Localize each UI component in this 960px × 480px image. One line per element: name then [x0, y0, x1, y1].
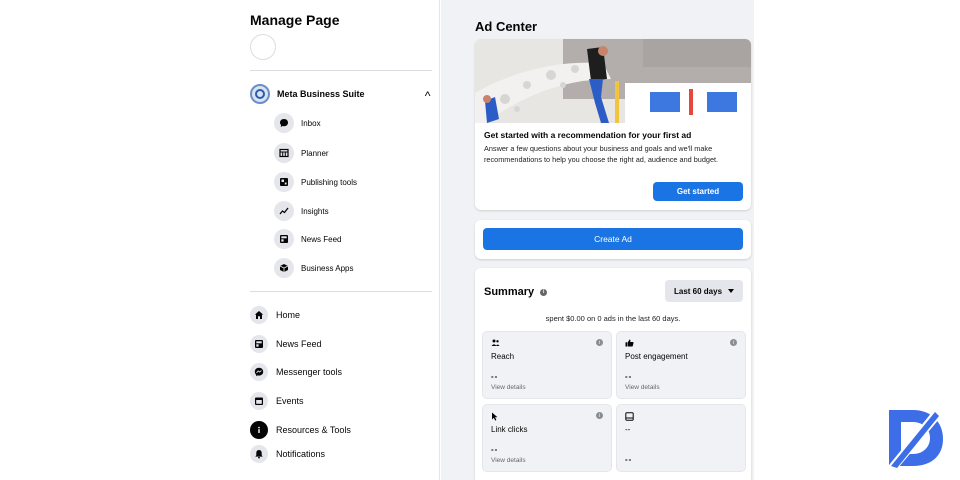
screen-icon [625, 412, 634, 423]
promo-heading: Get started with a recommendation for yo… [484, 130, 692, 140]
sidebar-item-insights[interactable]: Insights [274, 201, 329, 221]
ad-center-panel: Ad Center Get started with a recommendat… [441, 0, 754, 480]
sidebar-item-events[interactable]: Events [250, 391, 304, 411]
sidebar-item-label: Home [276, 310, 301, 320]
date-range-label: Last 60 days [673, 286, 723, 296]
info-icon[interactable]: i [596, 339, 603, 346]
info-icon[interactable]: i [540, 288, 548, 296]
sidebar-item-label: News Feed [276, 339, 322, 349]
metric-reach[interactable]: i Reach -- View details [482, 331, 612, 399]
first-ad-recommendation-card: Get started with a recommendation for yo… [475, 39, 751, 210]
business-suite-label: Meta Business Suite [277, 89, 365, 99]
page-avatar[interactable] [250, 34, 276, 60]
sidebar-item-label: Inbox [301, 118, 321, 128]
sidebar-item-news-feed-main[interactable]: News Feed [250, 334, 322, 354]
info-icon[interactable]: i [596, 412, 603, 419]
brand-logo [885, 406, 945, 474]
promo-description: Answer a few questions about your busine… [484, 144, 719, 164]
meta-business-suite-toggle[interactable]: Meta Business Suite ˄ [250, 84, 431, 104]
sidebar-item-label: Planner [301, 148, 329, 158]
calendar-icon [250, 392, 268, 410]
people-icon [491, 339, 500, 349]
summary-title-row: Summary i [484, 286, 548, 298]
chevron-up-icon: ˄ [423, 89, 431, 99]
metric-value: -- [625, 372, 633, 381]
info-icon[interactable]: i [730, 339, 737, 346]
promo-illustration [475, 39, 751, 123]
insights-icon [274, 201, 294, 221]
business-suite-icon [250, 84, 270, 104]
sidebar-item-resources-tools[interactable]: Resources & Tools [250, 420, 351, 440]
sidebar-item-notifications[interactable]: Notifications [250, 444, 325, 464]
view-details-link[interactable]: View details [491, 457, 526, 464]
view-details-link[interactable]: View details [491, 384, 526, 391]
manage-page-sidebar: Manage Page Meta Business Suite ˄ Inbox … [242, 0, 440, 480]
sidebar-item-publishing-tools[interactable]: Publishing tools [274, 172, 357, 192]
sidebar-item-inbox[interactable]: Inbox [274, 113, 321, 133]
info-icon [250, 421, 268, 439]
sidebar-item-business-apps[interactable]: Business Apps [274, 258, 353, 278]
page-title: Ad Center [475, 19, 538, 34]
messenger-icon [250, 363, 268, 381]
date-range-dropdown[interactable]: Last 60 days [665, 280, 743, 302]
thumbs-up-icon [625, 339, 634, 349]
sidebar-title: Manage Page [250, 12, 340, 28]
summary-title: Summary [484, 286, 535, 298]
spend-summary-text: spent $0.00 on 0 ads in the last 60 days… [545, 314, 681, 323]
metric-placeholder[interactable]: -- -- [616, 404, 746, 472]
box-icon [274, 258, 294, 278]
sidebar-item-label: Publishing tools [301, 177, 358, 187]
create-ad-button[interactable]: Create Ad [483, 228, 743, 250]
sidebar-item-label: Resources & Tools [276, 425, 351, 435]
sidebar-item-home[interactable]: Home [250, 305, 300, 325]
sidebar-item-news-feed[interactable]: News Feed [274, 229, 341, 249]
cursor-icon [491, 412, 499, 423]
sidebar-item-label: News Feed [301, 234, 342, 244]
metric-label: Post engagement [625, 352, 688, 361]
view-details-link[interactable]: View details [625, 384, 660, 391]
metric-value: -- [625, 455, 633, 464]
sidebar-item-messenger-tools[interactable]: Messenger tools [250, 362, 342, 382]
promo-body: Get started with a recommendation for yo… [484, 130, 746, 165]
sidebar-item-label: Insights [301, 206, 329, 216]
calendar-grid-icon [274, 143, 294, 163]
caret-down-icon [728, 289, 735, 293]
metric-label: Link clicks [491, 425, 528, 434]
summary-card: Summary i Last 60 days spent $0.00 on 0 … [475, 268, 751, 480]
sidebar-item-label: Messenger tools [276, 367, 343, 377]
metric-value: -- [491, 372, 499, 381]
metric-link-clicks[interactable]: i Link clicks -- View details [482, 404, 612, 472]
sidebar-divider [250, 291, 432, 292]
sidebar-item-label: Notifications [276, 449, 326, 459]
sidebar-divider [250, 70, 432, 71]
chat-icon [274, 113, 294, 133]
metric-post-engagement[interactable]: i Post engagement -- View details [616, 331, 746, 399]
metric-label: Reach [491, 352, 515, 361]
publishing-icon [274, 172, 294, 192]
home-icon [250, 306, 268, 324]
create-ad-card: Create Ad [475, 220, 751, 259]
get-started-button[interactable]: Get started [653, 182, 743, 201]
sidebar-item-label: Events [276, 396, 304, 406]
screenshot-stage: Manage Page Meta Business Suite ˄ Inbox … [0, 0, 960, 480]
metric-label: -- [625, 425, 631, 434]
news-feed-icon [274, 229, 294, 249]
metric-value: -- [491, 445, 499, 454]
sidebar-item-planner[interactable]: Planner [274, 143, 329, 163]
news-feed-icon [250, 335, 268, 353]
bell-icon [250, 445, 268, 463]
sidebar-item-label: Business Apps [301, 263, 354, 273]
